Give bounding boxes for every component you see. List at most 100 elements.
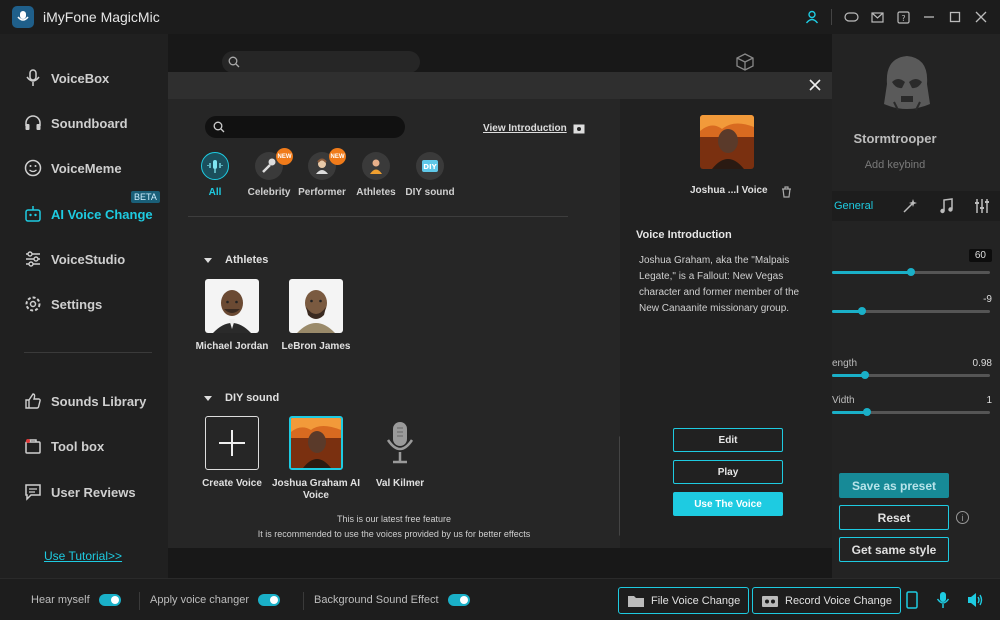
- info-icon[interactable]: i: [956, 511, 969, 524]
- sidebar-item-label: Settings: [51, 296, 103, 312]
- sliders-icon: [26, 251, 40, 267]
- sidebar-item-voicememe[interactable]: VoiceMeme: [24, 156, 164, 180]
- hear-myself-toggle[interactable]: [98, 594, 121, 606]
- joshua-graham-thumbnail: [289, 416, 343, 470]
- minimize-icon[interactable]: [916, 0, 942, 34]
- slider-track[interactable]: [832, 371, 990, 379]
- category-label: Performer: [298, 187, 346, 198]
- view-introduction-label: View Introduction: [483, 123, 567, 134]
- add-keybind-link[interactable]: Add keybind: [832, 159, 958, 171]
- voice-card-lebron-james[interactable]: LeBron James: [271, 279, 361, 353]
- background-effect-toggle[interactable]: [447, 594, 470, 606]
- voice-card-val-kilmer[interactable]: Val Kilmer: [355, 416, 445, 490]
- speaker-icon[interactable]: [966, 591, 984, 614]
- tab-music[interactable]: [928, 198, 964, 214]
- sidebar-item-label: Tool box: [51, 438, 105, 454]
- slider-knob[interactable]: [907, 268, 915, 276]
- sidebar-item-ai-voice-change[interactable]: AI Voice Change BETA: [24, 191, 164, 226]
- sidebar-item-voicebox[interactable]: VoiceBox: [24, 66, 164, 90]
- play-button[interactable]: Play: [673, 460, 783, 484]
- sidebar-item-label: AI Voice Change: [51, 206, 153, 222]
- get-same-style-button[interactable]: Get same style: [839, 537, 949, 562]
- apply-changer-toggle[interactable]: [258, 594, 281, 606]
- sidebar-item-tool-box[interactable]: Tool box: [24, 434, 164, 458]
- use-the-voice-button[interactable]: Use The Voice: [673, 492, 783, 516]
- modal-close-icon[interactable]: [806, 76, 824, 94]
- slider-second[interactable]: -9: [832, 292, 992, 322]
- section-diy-header[interactable]: DIY sound: [204, 392, 279, 404]
- selected-voice-name: Joshua ...l Voice: [690, 185, 768, 196]
- preset-name: Stormtrooper: [853, 131, 937, 146]
- voice-card-create-voice[interactable]: Create Voice: [187, 416, 277, 490]
- smiley-icon: [24, 159, 42, 177]
- tab-effects[interactable]: [892, 198, 928, 214]
- search-icon: [213, 121, 225, 133]
- toolbox-icon: [25, 439, 41, 454]
- right-panel: Stormtrooper Add keybind General 60 -9 e…: [832, 34, 1000, 578]
- category-celebrity[interactable]: NEW Celebrity: [239, 148, 299, 198]
- sidebar-item-soundboard[interactable]: Soundboard: [24, 111, 164, 135]
- voice-card-joshua-graham[interactable]: Joshua Graham AI Voice: [271, 416, 361, 502]
- slider-pitch[interactable]: 60: [832, 249, 992, 279]
- diy-icon: DIY: [416, 152, 444, 180]
- slider-knob[interactable]: [858, 307, 867, 315]
- category-performer[interactable]: NEW Performer: [292, 148, 352, 198]
- preset-tabs: General: [832, 191, 1000, 221]
- save-as-preset-button[interactable]: Save as preset: [839, 473, 949, 498]
- section-athletes-header[interactable]: Athletes: [204, 254, 268, 266]
- tab-general[interactable]: General: [834, 200, 892, 212]
- edit-button[interactable]: Edit: [673, 428, 783, 452]
- sidebar-item-label: User Reviews: [51, 484, 136, 500]
- tab-equalizer[interactable]: [964, 198, 1000, 214]
- gamepad-icon[interactable]: [838, 0, 864, 34]
- microphone-voice-icon: [373, 416, 427, 470]
- category-diy-sound[interactable]: DIY DIY sound: [400, 152, 460, 198]
- slider-strength[interactable]: ength 0.98: [832, 356, 992, 386]
- slider-track[interactable]: [832, 268, 990, 276]
- slider-fill: [832, 411, 867, 414]
- sidebar: VoiceBox Soundboard VoiceMeme AI Voice C…: [0, 34, 168, 578]
- video-icon: [573, 124, 585, 133]
- sidebar-item-voicestudio[interactable]: VoiceStudio: [24, 247, 164, 271]
- slider-track[interactable]: [832, 307, 990, 315]
- voice-card-michael-jordan[interactable]: Michael Jordan: [187, 279, 277, 353]
- microphone-status-icon[interactable]: [936, 591, 950, 614]
- voice-search-input[interactable]: [205, 116, 405, 138]
- bottom-bar: Hear myself Apply voice changer Backgrou…: [0, 578, 1000, 620]
- slider-value: 0.98: [972, 358, 992, 369]
- app-logo: [12, 6, 34, 28]
- close-window-icon[interactable]: [968, 0, 994, 34]
- headphones-icon: [25, 115, 41, 130]
- lebron-james-avatar: [289, 279, 343, 333]
- view-introduction-link[interactable]: View Introduction: [483, 123, 585, 134]
- trash-icon[interactable]: [781, 185, 792, 203]
- title-bar: iMyFone MagicMic ?: [0, 0, 1000, 34]
- mail-icon[interactable]: [864, 0, 890, 34]
- phone-icon[interactable]: [906, 591, 918, 614]
- hear-myself-toggle-group: Hear myself: [31, 594, 121, 606]
- account-icon[interactable]: [799, 0, 825, 34]
- category-all[interactable]: All: [185, 152, 245, 198]
- slider-knob[interactable]: [862, 408, 871, 416]
- maximize-icon[interactable]: [942, 0, 968, 34]
- sidebar-item-sounds-library[interactable]: Sounds Library: [24, 389, 164, 413]
- record-voice-change-button[interactable]: Record Voice Change: [752, 587, 902, 614]
- sidebar-item-user-reviews[interactable]: User Reviews: [24, 480, 164, 504]
- reset-button[interactable]: Reset: [839, 505, 949, 530]
- slider-track[interactable]: [832, 408, 990, 416]
- help-icon[interactable]: ?: [890, 0, 916, 34]
- use-tutorial-link[interactable]: Use Tutorial>>: [44, 549, 122, 563]
- slider-knob[interactable]: [861, 371, 870, 379]
- slider-value: -9: [983, 294, 992, 305]
- category-athletes[interactable]: Athletes: [346, 152, 406, 198]
- sidebar-item-settings[interactable]: Settings: [24, 292, 164, 316]
- slider-width[interactable]: Vidth 1: [832, 393, 992, 423]
- background-effect-label: Background Sound Effect: [314, 594, 439, 606]
- slider-label: ength: [832, 358, 858, 369]
- slider-fill: [832, 271, 911, 274]
- equalizer-icon: [975, 199, 989, 213]
- voice-label: Michael Jordan: [195, 341, 269, 352]
- music-note-icon: [940, 198, 953, 214]
- file-voice-change-button[interactable]: File Voice Change: [618, 587, 750, 614]
- slider-label: Vidth: [832, 395, 855, 406]
